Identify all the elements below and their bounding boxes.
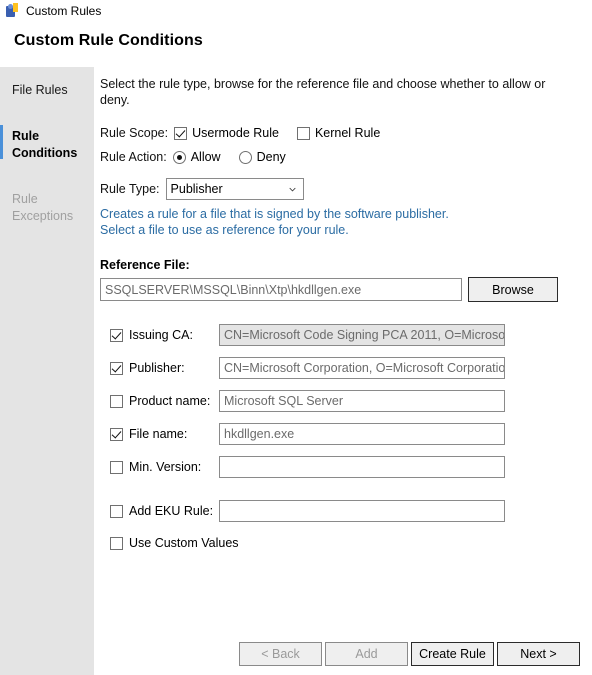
create-rule-button[interactable]: Create Rule xyxy=(411,642,494,666)
intro-text: Select the rule type, browse for the ref… xyxy=(100,77,546,107)
condition-row-file-name: File name: hkdllgen.exe xyxy=(100,423,592,445)
reference-file-input[interactable]: SSQLSERVER\MSSQL\Binn\Xtp\hkdllgen.exe xyxy=(100,278,462,301)
usermode-rule-label: Usermode Rule xyxy=(192,126,279,140)
rule-type-value: Publisher xyxy=(170,182,223,196)
shield-person-icon xyxy=(4,3,20,19)
deny-radio[interactable] xyxy=(238,150,252,164)
rule-type-description-line1: Creates a rule for a file that is signed… xyxy=(100,207,449,221)
add-button[interactable]: Add xyxy=(325,642,408,666)
reference-file-label: Reference File: xyxy=(100,258,190,272)
rule-action-label: Rule Action: xyxy=(100,150,167,164)
reference-file-row: SSQLSERVER\MSSQL\Binn\Xtp\hkdllgen.exe B… xyxy=(100,277,592,302)
rule-type-row: Rule Type: Publisher xyxy=(100,178,592,200)
window-title: Custom Rules xyxy=(26,4,102,18)
kernel-rule-checkbox[interactable] xyxy=(296,126,310,140)
rule-type-select[interactable]: Publisher xyxy=(165,178,304,200)
use-custom-values-label: Use Custom Values xyxy=(129,536,239,550)
use-custom-values-row: Use Custom Values xyxy=(100,536,592,550)
back-button[interactable]: < Back xyxy=(239,642,322,666)
issuing-ca-label: Issuing CA: xyxy=(129,328,193,342)
title-bar: Custom Rules xyxy=(0,0,592,22)
publisher-input[interactable]: CN=Microsoft Corporation, O=Microsoft Co… xyxy=(219,357,505,379)
usermode-rule-checkbox[interactable] xyxy=(174,126,188,140)
publisher-label: Publisher: xyxy=(129,361,185,375)
sidebar-item-label: File Rules xyxy=(12,83,68,97)
product-name-checkbox[interactable] xyxy=(110,394,123,408)
add-eku-rule-label: Add EKU Rule: xyxy=(129,504,214,518)
min-version-label: Min. Version: xyxy=(129,460,202,474)
sidebar-item-rule-conditions[interactable]: Rule Conditions xyxy=(0,123,94,167)
file-name-input[interactable]: hkdllgen.exe xyxy=(219,423,505,445)
page-title: Custom Rule Conditions xyxy=(14,32,203,49)
kernel-rule-label: Kernel Rule xyxy=(314,126,381,140)
condition-row-min-version: Min. Version: xyxy=(100,456,592,478)
sidebar: File Rules Rule Conditions Rule Exceptio… xyxy=(0,67,94,675)
sidebar-item-label: Rule Exceptions xyxy=(12,192,74,223)
publisher-checkbox[interactable] xyxy=(110,361,123,375)
dialog-body: File Rules Rule Conditions Rule Exceptio… xyxy=(0,67,592,675)
rule-type-label: Rule Type: xyxy=(100,182,160,196)
condition-row-issuing-ca: Issuing CA: CN=Microsoft Code Signing PC… xyxy=(100,324,592,346)
chevron-down-icon xyxy=(288,187,296,192)
rule-scope-row: Rule Scope: Usermode Rule Kernel Rule xyxy=(100,126,592,140)
add-eku-rule-checkbox[interactable] xyxy=(110,504,123,518)
product-name-label: Product name: xyxy=(129,394,211,408)
footer-button-bar: < Back Add Create Rule Next > xyxy=(0,633,592,675)
browse-button[interactable]: Browse xyxy=(468,277,558,302)
condition-row-product-name: Product name: Microsoft SQL Server xyxy=(100,390,592,412)
min-version-input[interactable] xyxy=(219,456,505,478)
min-version-checkbox[interactable] xyxy=(110,460,123,474)
allow-label: Allow xyxy=(190,150,221,164)
rule-type-description: Creates a rule for a file that is signed… xyxy=(100,207,592,238)
sidebar-item-rule-exceptions: Rule Exceptions xyxy=(0,186,94,230)
product-name-input[interactable]: Microsoft SQL Server xyxy=(219,390,505,412)
content-pane: Select the rule type, browse for the ref… xyxy=(94,67,592,675)
next-button[interactable]: Next > xyxy=(497,642,580,666)
condition-row-add-eku-rule: Add EKU Rule: xyxy=(100,500,592,522)
file-name-label: File name: xyxy=(129,427,188,441)
issuing-ca-input: CN=Microsoft Code Signing PCA 2011, O=Mi… xyxy=(219,324,505,346)
sidebar-item-label: Rule Conditions xyxy=(12,129,78,160)
file-name-checkbox[interactable] xyxy=(110,427,123,441)
add-eku-rule-input[interactable] xyxy=(219,500,505,522)
issuing-ca-checkbox[interactable] xyxy=(110,328,123,342)
sidebar-item-file-rules[interactable]: File Rules xyxy=(0,77,94,104)
condition-row-publisher: Publisher: CN=Microsoft Corporation, O=M… xyxy=(100,357,592,379)
allow-radio[interactable] xyxy=(172,150,186,164)
rule-action-row: Rule Action: Allow Deny xyxy=(100,150,592,164)
deny-label: Deny xyxy=(256,150,286,164)
rule-type-description-line2: Select a file to use as reference for yo… xyxy=(100,222,349,237)
use-custom-values-checkbox[interactable] xyxy=(110,536,123,550)
rule-scope-label: Rule Scope: xyxy=(100,126,169,140)
